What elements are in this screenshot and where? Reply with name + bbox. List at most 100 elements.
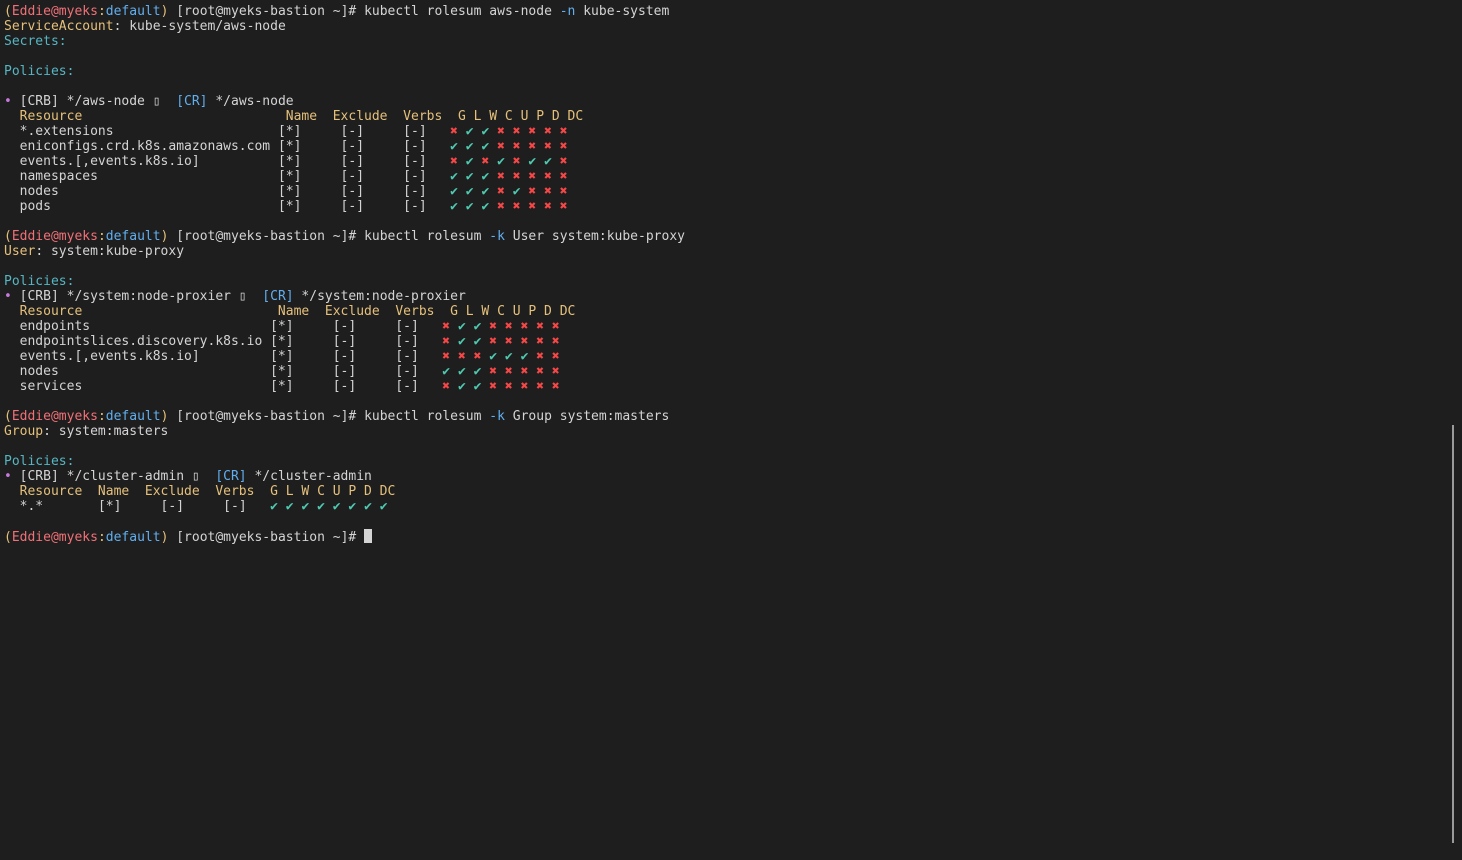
cross-icon: ✖ [544, 184, 560, 199]
check-icon: ✔ [473, 364, 490, 379]
secrets-line-text: Secrets: [4, 34, 67, 49]
table-header-text: Resource Name Exclude Verbs G L W C U P … [19, 109, 584, 124]
resource-name: namespaces [19, 169, 278, 184]
cross-icon: ✖ [559, 184, 568, 199]
prompt-paren-open: ( [4, 409, 12, 424]
check-icon: ✔ [473, 379, 490, 394]
table-row: pods [*] [-] [-] ✔ ✔ ✔ ✖ ✖ ✖ ✖ ✖ [4, 199, 568, 214]
cross-icon: ✖ [497, 184, 513, 199]
cross-icon: ✖ [536, 364, 552, 379]
cross-icon: ✖ [504, 319, 521, 334]
cross-icon: ✖ [559, 154, 568, 169]
command-text: kube-system [575, 4, 670, 19]
cross-icon: ✖ [442, 319, 458, 334]
cross-icon: ✖ [536, 379, 552, 394]
resource-columns: [*] [-] [-] [97, 499, 271, 514]
cross-icon: ✖ [457, 349, 474, 364]
cluster-role-binding: [CRB] */aws-node ▯ [19, 94, 177, 109]
resource-columns: [*] [-] [-] [270, 364, 443, 379]
table-row: endpointslices.discovery.k8s.io [*] [-] … [4, 334, 560, 349]
command-text: kubectl rolesum [364, 229, 490, 244]
cross-icon: ✖ [497, 169, 513, 184]
cross-icon: ✖ [544, 199, 560, 214]
binding-line: • [CRB] */aws-node ▯ [CR] */aws-node [4, 94, 294, 109]
table-row: services [*] [-] [-] ✖ ✔ ✔ ✖ ✖ ✖ ✖ ✖ [4, 379, 560, 394]
prompt-colon: : [97, 409, 106, 424]
cluster-role-tag: [CR] [262, 289, 294, 304]
cross-icon: ✖ [536, 334, 552, 349]
table-header-text: Resource Name Exclude Verbs G L W C U P … [19, 484, 396, 499]
command-text: User system:kube-proxy [504, 229, 685, 244]
terminal-cursor[interactable] [364, 529, 373, 543]
prompt-colon: : [97, 530, 106, 545]
cross-icon: ✖ [512, 124, 529, 139]
subject-key: ServiceAccount [4, 19, 114, 34]
command-flag: -k [489, 229, 505, 244]
cluster-role-name: */aws-node [207, 94, 294, 109]
policies-line-text: Policies: [4, 64, 75, 79]
command-flag: -k [489, 409, 505, 424]
cross-icon: ✖ [528, 199, 545, 214]
policies-line: Policies: [4, 64, 74, 79]
check-icon: ✔ [481, 124, 498, 139]
cross-icon: ✖ [520, 334, 537, 349]
check-icon: ✔ [364, 499, 380, 514]
resource-name: endpointslices.discovery.k8s.io [19, 334, 271, 349]
binding-line: • [CRB] */system:node-proxier ▯ [CR] */s… [4, 289, 466, 304]
permission-marks: ✔ ✔ ✔ ✖ ✖ ✖ ✖ ✖ [450, 169, 567, 184]
check-icon: ✔ [285, 499, 302, 514]
prompt-at: @ [50, 4, 59, 19]
bullet-icon: • [4, 289, 20, 304]
table-header: Resource Name Exclude Verbs G L W C U P … [4, 109, 584, 124]
cross-icon: ✖ [528, 124, 545, 139]
check-icon: ✔ [481, 139, 498, 154]
table-row: *.extensions [*] [-] [-] ✖ ✔ ✔ ✖ ✖ ✖ ✖ ✖ [4, 124, 568, 139]
command-text: kubectl rolesum [364, 409, 490, 424]
command-text: Group system:masters [504, 409, 670, 424]
prompt-user: Eddie [11, 4, 51, 19]
table-header-text: Resource Name Exclude Verbs G L W C U P … [19, 304, 576, 319]
check-icon: ✔ [450, 139, 466, 154]
cross-icon: ✖ [497, 124, 513, 139]
cross-icon: ✖ [528, 169, 545, 184]
cross-icon: ✖ [504, 379, 521, 394]
table-header: Resource Name Exclude Verbs G L W C U P … [4, 304, 576, 319]
cross-icon: ✖ [544, 169, 560, 184]
permission-marks: ✖ ✖ ✖ ✔ ✔ ✔ ✖ ✖ [442, 349, 559, 364]
prompt-host: myeks [58, 409, 98, 424]
cross-icon: ✖ [512, 199, 529, 214]
check-icon: ✔ [520, 349, 537, 364]
cross-icon: ✖ [520, 319, 537, 334]
cluster-role-name: */cluster-admin [246, 469, 372, 484]
cluster-role-name: */system:node-proxier [293, 289, 466, 304]
check-icon: ✔ [457, 334, 474, 349]
cross-icon: ✖ [551, 364, 560, 379]
command-text: kubectl rolesum aws-node [364, 4, 560, 19]
check-icon: ✔ [332, 499, 349, 514]
permission-marks: ✔ ✔ ✔ ✖ ✖ ✖ ✖ ✖ [442, 364, 559, 379]
prompt-host: myeks [58, 4, 98, 19]
prompt-context: default [105, 530, 161, 545]
terminal-window[interactable]: (Eddie@myeks:default) [root@myeks-bastio… [0, 0, 1462, 860]
prompt-shell: [root@myeks-bastion ~]# [168, 229, 365, 244]
prompt-at: @ [50, 530, 59, 545]
cross-icon: ✖ [551, 334, 560, 349]
table-header: Resource Name Exclude Verbs G L W C U P … [4, 484, 396, 499]
subject-line: Group: system:masters [4, 424, 168, 439]
permission-marks: ✔ ✔ ✔ ✖ ✖ ✖ ✖ ✖ [450, 199, 567, 214]
cross-icon: ✖ [442, 379, 458, 394]
check-icon: ✔ [528, 154, 545, 169]
cross-icon: ✖ [512, 169, 529, 184]
resource-name: services [19, 379, 271, 394]
resource-name: eniconfigs.crd.k8s.amazonaws.com [19, 139, 278, 154]
table-row: events.[,events.k8s.io] [*] [-] [-] ✖ ✔ … [4, 154, 568, 169]
resource-columns: [*] [-] [-] [277, 184, 451, 199]
resource-columns: [*] [-] [-] [270, 379, 443, 394]
prompt-line: (Eddie@myeks:default) [root@myeks-bastio… [4, 529, 373, 545]
prompt-paren-open: ( [4, 4, 12, 19]
scrollbar[interactable] [1452, 425, 1454, 843]
cross-icon: ✖ [551, 349, 560, 364]
subject-value: : system:kube-proxy [35, 244, 185, 259]
prompt-user: Eddie [11, 229, 51, 244]
cross-icon: ✖ [489, 364, 505, 379]
